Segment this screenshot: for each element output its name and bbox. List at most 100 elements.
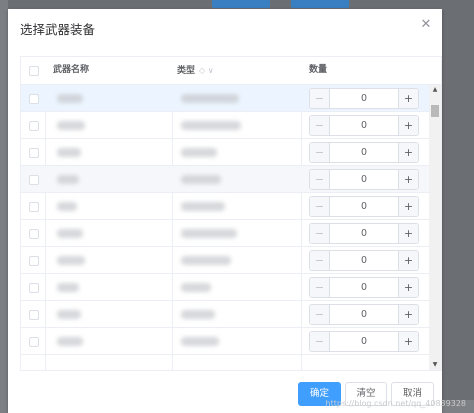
header-type-label: 类型	[177, 66, 196, 76]
row-checkbox[interactable]	[29, 310, 39, 320]
quantity-input[interactable]: 0	[330, 116, 398, 135]
quantity-input[interactable]: 0	[330, 305, 398, 324]
table-scrollbar[interactable]: ▲ ▼	[429, 85, 441, 370]
row-checkbox[interactable]	[29, 229, 39, 239]
table-row[interactable]: −0 +	[21, 274, 429, 301]
scroll-down-icon[interactable]: ▼	[429, 360, 441, 370]
quantity-input[interactable]: 0	[330, 251, 398, 270]
row-checkbox[interactable]	[29, 121, 39, 131]
decrease-button[interactable]: −	[310, 332, 330, 351]
decrease-button[interactable]: −	[310, 197, 330, 216]
decrease-button[interactable]: −	[310, 278, 330, 297]
weapon-type-cell	[181, 175, 221, 184]
weapon-name-cell	[57, 256, 85, 265]
table-row[interactable]: −0 +	[21, 220, 429, 247]
quantity-stepper[interactable]: −0 +	[309, 142, 419, 163]
table-row[interactable]: −0 +	[21, 328, 429, 355]
quantity-stepper[interactable]: −0 +	[309, 250, 419, 271]
dialog-header: 选择武器装备 ✕	[8, 9, 442, 51]
increase-button[interactable]: +	[398, 197, 418, 216]
table-row[interactable]: −0 +	[21, 193, 429, 220]
row-checkbox[interactable]	[29, 283, 39, 293]
increase-button[interactable]: +	[398, 224, 418, 243]
decrease-button[interactable]: −	[310, 251, 330, 270]
select-all-checkbox[interactable]	[29, 66, 39, 76]
row-checkbox[interactable]	[29, 202, 39, 212]
decrease-button[interactable]: −	[310, 170, 330, 189]
quantity-stepper[interactable]: −0 +	[309, 223, 419, 244]
scroll-thumb[interactable]	[431, 105, 439, 117]
increase-button[interactable]: +	[398, 278, 418, 297]
weapon-type-cell	[181, 94, 239, 103]
weapon-name-cell	[57, 121, 85, 130]
weapon-name-cell	[57, 148, 81, 157]
decrease-button[interactable]: −	[310, 143, 330, 162]
weapon-type-cell	[181, 148, 217, 157]
table-row[interactable]: −0 +	[21, 247, 429, 274]
table-row[interactable]: −0 +	[21, 166, 429, 193]
row-checkbox[interactable]	[29, 256, 39, 266]
weapon-name-cell	[57, 229, 83, 238]
decrease-button[interactable]: −	[310, 305, 330, 324]
decrease-button[interactable]: −	[310, 224, 330, 243]
select-weapon-dialog: 选择武器装备 ✕ 武器名称 类型 ◇ ∨ 数量 −0 + −0 + −0 + −0 + −0 + −0…	[8, 9, 442, 413]
weapon-type-cell	[181, 310, 215, 319]
quantity-input[interactable]: 0	[330, 170, 398, 189]
weapon-type-cell	[181, 283, 211, 292]
weapon-name-cell	[57, 94, 83, 103]
row-checkbox[interactable]	[29, 148, 39, 158]
header-quantity: 数量	[309, 65, 328, 75]
increase-button[interactable]: +	[398, 89, 418, 108]
table-row[interactable]: −0 +	[21, 301, 429, 328]
weapon-name-cell	[57, 175, 79, 184]
increase-button[interactable]: +	[398, 143, 418, 162]
quantity-input[interactable]: 0	[330, 197, 398, 216]
quantity-stepper[interactable]: −0 +	[309, 88, 419, 109]
quantity-input[interactable]: 0	[330, 224, 398, 243]
weapon-name-cell	[57, 337, 83, 346]
watermark: https://blog.csdn.net/qq_40839328	[325, 399, 466, 408]
background-page-sidebar	[0, 0, 8, 413]
quantity-stepper[interactable]: −0 +	[309, 196, 419, 217]
increase-button[interactable]: +	[398, 170, 418, 189]
sort-icon[interactable]: ◇ ∨	[199, 66, 214, 75]
weapon-type-cell	[181, 337, 219, 346]
table-row[interactable]: −0 +	[21, 112, 429, 139]
weapon-type-cell	[181, 121, 241, 130]
row-checkbox[interactable]	[29, 94, 39, 104]
weapon-name-cell	[57, 283, 79, 292]
increase-button[interactable]: +	[398, 251, 418, 270]
header-type[interactable]: 类型 ◇ ∨	[177, 57, 214, 84]
table-header: 武器名称 类型 ◇ ∨ 数量	[21, 57, 441, 85]
weapon-name-cell	[57, 202, 77, 211]
dialog-title: 选择武器装备	[20, 22, 96, 37]
decrease-button[interactable]: −	[310, 116, 330, 135]
decrease-button[interactable]: −	[310, 89, 330, 108]
background-tab-analysis	[291, 0, 349, 8]
background-tab-info	[212, 0, 270, 8]
quantity-stepper[interactable]: −0 +	[309, 169, 419, 190]
quantity-stepper[interactable]: −0 +	[309, 304, 419, 325]
increase-button[interactable]: +	[398, 305, 418, 324]
quantity-input[interactable]: 0	[330, 143, 398, 162]
table-row[interactable]: −0 +	[21, 85, 429, 112]
quantity-input[interactable]: 0	[330, 89, 398, 108]
quantity-input[interactable]: 0	[330, 278, 398, 297]
weapon-type-cell	[181, 229, 237, 238]
quantity-stepper[interactable]: −0 +	[309, 331, 419, 352]
quantity-stepper[interactable]: −0 +	[309, 277, 419, 298]
weapon-table: 武器名称 类型 ◇ ∨ 数量 −0 + −0 + −0 + −0 + −0 + −0 + −0 + −0 + −0…	[20, 56, 442, 371]
row-checkbox[interactable]	[29, 337, 39, 347]
close-icon[interactable]: ✕	[418, 17, 434, 33]
weapon-name-cell	[57, 310, 81, 319]
quantity-stepper[interactable]: −0 +	[309, 115, 419, 136]
weapon-type-cell	[181, 202, 225, 211]
increase-button[interactable]: +	[398, 116, 418, 135]
scroll-up-icon[interactable]: ▲	[429, 85, 441, 95]
row-checkbox[interactable]	[29, 175, 39, 185]
weapon-type-cell	[181, 256, 231, 265]
table-row[interactable]: −0 +	[21, 139, 429, 166]
header-weapon-name: 武器名称	[53, 65, 90, 75]
increase-button[interactable]: +	[398, 332, 418, 351]
quantity-input[interactable]: 0	[330, 332, 398, 351]
